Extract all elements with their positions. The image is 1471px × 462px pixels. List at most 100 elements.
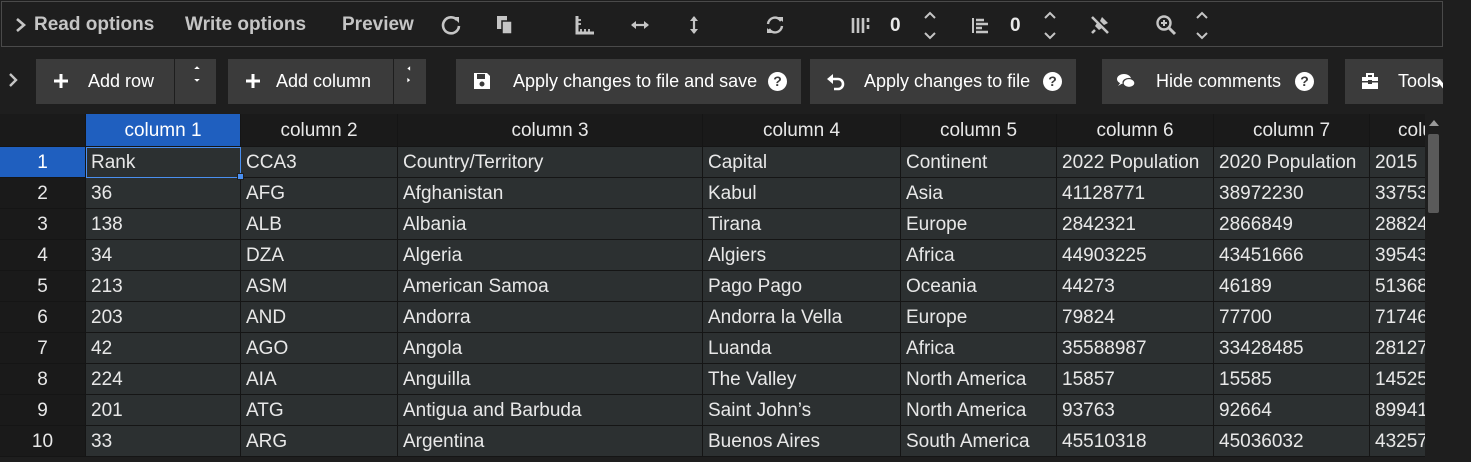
chevron-right-icon[interactable] bbox=[14, 2, 30, 48]
table-cell[interactable]: 2022 Population bbox=[1057, 147, 1214, 178]
table-cell[interactable]: 44273 bbox=[1057, 271, 1214, 302]
table-cell[interactable]: 224 bbox=[86, 364, 241, 395]
scrollbar-thumb[interactable] bbox=[1428, 134, 1439, 213]
align-left-icon[interactable] bbox=[970, 14, 992, 36]
table-cell[interactable]: 201 bbox=[86, 395, 241, 426]
ruler-icon[interactable] bbox=[574, 14, 596, 36]
table-cell[interactable]: Africa bbox=[901, 333, 1057, 364]
row-number[interactable]: 3 bbox=[0, 209, 86, 240]
corner-cell[interactable] bbox=[0, 114, 86, 147]
column-stepper-icon[interactable] bbox=[399, 64, 419, 100]
freeze-columns-icon[interactable] bbox=[850, 14, 872, 36]
column-header[interactable]: colu bbox=[1370, 114, 1425, 147]
table-cell[interactable]: Continent bbox=[901, 147, 1057, 178]
add-row-button[interactable]: Add row bbox=[36, 59, 216, 104]
table-cell[interactable]: ASM bbox=[241, 271, 398, 302]
table-cell[interactable]: North America bbox=[901, 364, 1057, 395]
resize-vertical-icon[interactable] bbox=[683, 14, 705, 36]
table-cell[interactable]: 41128771 bbox=[1057, 178, 1214, 209]
table-cell[interactable]: Algiers bbox=[703, 240, 901, 271]
table-cell[interactable]: Buenos Aires bbox=[703, 426, 901, 457]
table-cell[interactable]: Rank bbox=[86, 147, 241, 178]
table-cell[interactable]: ARG bbox=[241, 426, 398, 457]
table-cell[interactable]: 2015 bbox=[1370, 147, 1425, 178]
apply-save-button[interactable]: Apply changes to file and save ? bbox=[456, 59, 801, 104]
table-cell[interactable]: DZA bbox=[241, 240, 398, 271]
table-cell[interactable]: Kabul bbox=[703, 178, 901, 209]
table-cell[interactable]: 28824 bbox=[1370, 209, 1425, 240]
read-options-link[interactable]: Read options bbox=[34, 2, 154, 48]
table-cell[interactable]: Country/Territory bbox=[398, 147, 703, 178]
table-cell[interactable]: 43257 bbox=[1370, 426, 1425, 457]
table-cell[interactable]: 45036032 bbox=[1214, 426, 1370, 457]
scroll-up-icon[interactable] bbox=[1429, 120, 1439, 126]
row-number[interactable]: 5 bbox=[0, 271, 86, 302]
table-cell[interactable]: 79824 bbox=[1057, 302, 1214, 333]
table-cell[interactable]: 33 bbox=[86, 426, 241, 457]
row-number[interactable]: 8 bbox=[0, 364, 86, 395]
row-number[interactable]: 2 bbox=[0, 178, 86, 209]
copy-icon[interactable] bbox=[494, 14, 516, 36]
row-number[interactable]: 6 bbox=[0, 302, 86, 333]
table-cell[interactable]: Capital bbox=[703, 147, 901, 178]
table-cell[interactable]: 15585 bbox=[1214, 364, 1370, 395]
row-number[interactable]: 4 bbox=[0, 240, 86, 271]
column-header[interactable]: column 6 bbox=[1057, 114, 1214, 147]
table-cell[interactable]: 43451666 bbox=[1214, 240, 1370, 271]
table-cell[interactable]: 34 bbox=[86, 240, 241, 271]
write-options-link[interactable]: Write options bbox=[185, 2, 306, 48]
add-column-button[interactable]: Add column bbox=[228, 59, 426, 104]
tools-button[interactable]: Tools bbox=[1345, 59, 1443, 104]
table-cell[interactable]: Angola bbox=[398, 333, 703, 364]
column-header[interactable]: column 4 bbox=[703, 114, 901, 147]
row-number[interactable]: 10 bbox=[0, 426, 86, 457]
table-cell[interactable]: Antigua and Barbuda bbox=[398, 395, 703, 426]
help-icon[interactable]: ? bbox=[1043, 72, 1062, 91]
pin-off-icon[interactable] bbox=[1089, 14, 1111, 36]
vertical-scrollbar[interactable] bbox=[1425, 114, 1443, 462]
table-cell[interactable]: Andorra la Vella bbox=[703, 302, 901, 333]
table-cell[interactable]: Europe bbox=[901, 209, 1057, 240]
help-icon[interactable]: ? bbox=[768, 72, 787, 91]
table-cell[interactable]: Africa bbox=[901, 240, 1057, 271]
table-cell[interactable]: Andorra bbox=[398, 302, 703, 333]
table-cell[interactable]: 77700 bbox=[1214, 302, 1370, 333]
table-cell[interactable]: ALB bbox=[241, 209, 398, 240]
column-header[interactable]: column 3 bbox=[398, 114, 703, 147]
table-cell[interactable]: 138 bbox=[86, 209, 241, 240]
table-cell[interactable]: 203 bbox=[86, 302, 241, 333]
table-cell[interactable]: 28127 bbox=[1370, 333, 1425, 364]
table-cell[interactable]: ATG bbox=[241, 395, 398, 426]
refresh-icon[interactable] bbox=[764, 14, 786, 36]
table-cell[interactable]: Tirana bbox=[703, 209, 901, 240]
table-cell[interactable]: 93763 bbox=[1057, 395, 1214, 426]
table-cell[interactable]: South America bbox=[901, 426, 1057, 457]
table-cell[interactable]: Argentina bbox=[398, 426, 703, 457]
table-cell[interactable]: 46189 bbox=[1214, 271, 1370, 302]
column-header[interactable]: column 1 bbox=[86, 114, 241, 147]
fill-handle[interactable] bbox=[237, 173, 244, 180]
row-stepper-icon[interactable] bbox=[187, 64, 207, 100]
table-cell[interactable]: 71746 bbox=[1370, 302, 1425, 333]
table-cell[interactable]: 51368 bbox=[1370, 271, 1425, 302]
help-icon[interactable]: ? bbox=[1295, 72, 1314, 91]
table-cell[interactable]: Anguilla bbox=[398, 364, 703, 395]
table-cell[interactable]: 2020 Population bbox=[1214, 147, 1370, 178]
table-cell[interactable]: 45510318 bbox=[1057, 426, 1214, 457]
frozen-columns-stepper[interactable] bbox=[922, 9, 938, 43]
column-header[interactable]: column 7 bbox=[1214, 114, 1370, 147]
table-cell[interactable]: Asia bbox=[901, 178, 1057, 209]
resize-horizontal-icon[interactable] bbox=[629, 14, 651, 36]
reload-icon[interactable] bbox=[440, 14, 462, 36]
collapse-chevron-icon[interactable] bbox=[6, 70, 20, 90]
table-cell[interactable]: Saint John’s bbox=[703, 395, 901, 426]
table-cell[interactable]: Oceania bbox=[901, 271, 1057, 302]
table-cell[interactable]: AGO bbox=[241, 333, 398, 364]
table-cell[interactable]: CCA3 bbox=[241, 147, 398, 178]
table-cell[interactable]: North America bbox=[901, 395, 1057, 426]
table-cell[interactable]: Europe bbox=[901, 302, 1057, 333]
table-cell[interactable]: 2866849 bbox=[1214, 209, 1370, 240]
row-number[interactable]: 9 bbox=[0, 395, 86, 426]
table-cell[interactable]: 35588987 bbox=[1057, 333, 1214, 364]
table-cell[interactable]: AND bbox=[241, 302, 398, 333]
